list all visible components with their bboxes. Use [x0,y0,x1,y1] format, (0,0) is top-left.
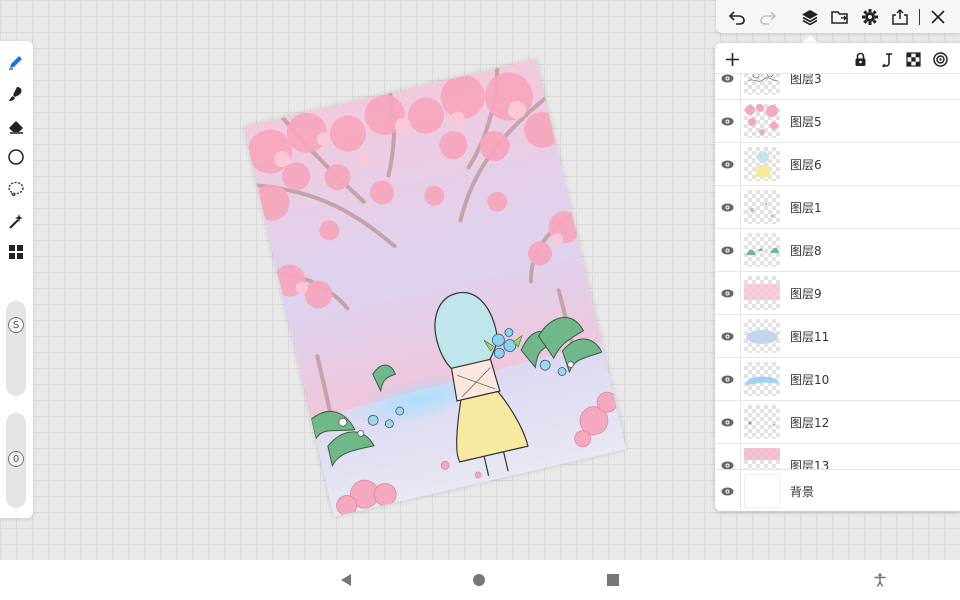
layer-row[interactable]: 图层3 [715,73,960,100]
home-icon[interactable] [471,572,487,588]
layer-thumbnail [744,276,780,310]
undo-icon[interactable] [725,5,749,29]
eye-icon[interactable] [715,229,741,271]
eraser-icon[interactable] [5,115,27,137]
folder-transfer-icon[interactable] [828,5,852,29]
brush-icon[interactable] [5,83,27,105]
accessibility-icon[interactable] [872,572,888,588]
left-toolbar: S 0 [0,41,33,518]
layer-row[interactable]: 图层1 [715,186,960,229]
layer-name: 图层11 [790,330,830,344]
eye-icon[interactable] [715,358,741,400]
clip-arrow-icon[interactable] [877,50,895,68]
background-layer-row[interactable]: 背景 [715,469,960,511]
layer-name: 图层8 [790,244,822,258]
system-nav-bar [0,560,960,600]
layer-name: 图层9 [790,287,822,301]
brush-size-slider[interactable]: S [6,301,26,396]
layer-thumbnail [744,73,780,95]
layer-row[interactable]: 图层9 [715,272,960,315]
layer-thumbnail [744,147,780,181]
brush-size-knob[interactable]: S [8,317,24,333]
grid-icon[interactable] [5,241,27,263]
lasso-icon[interactable] [5,178,27,200]
layer-list[interactable]: 图层3 图层5 图层6 图层1 图层8 图层9 图层11 图层10 图层12 图… [715,73,960,473]
toolbar-divider [919,9,920,25]
layer-row[interactable]: 图层12 [715,401,960,444]
layer-thumbnail [744,319,780,353]
ellipse-icon[interactable] [5,146,27,168]
layer-name: 图层5 [790,115,822,129]
opacity-slider[interactable]: 0 [6,413,26,508]
layer-name: 背景 [790,485,815,499]
layer-row[interactable]: 图层5 [715,100,960,143]
target-icon[interactable] [931,50,949,68]
layers-panel: 图层3 图层5 图层6 图层1 图层8 图层9 图层11 图层10 图层12 图… [715,43,960,511]
layer-name: 图层3 [790,73,822,86]
eye-icon[interactable] [715,73,741,99]
opacity-knob[interactable]: 0 [8,451,24,467]
layers-icon[interactable] [798,5,822,29]
layers-panel-header [715,43,960,74]
eye-icon[interactable] [715,315,741,357]
magic-wand-icon[interactable] [5,210,27,232]
eye-icon[interactable] [715,100,741,142]
layer-row[interactable]: 图层6 [715,143,960,186]
close-icon[interactable] [926,5,950,29]
layer-name: 图层12 [790,416,830,430]
eye-icon[interactable] [715,401,741,443]
eye-icon[interactable] [715,186,741,228]
eye-icon[interactable] [715,143,741,185]
layers-popover-caret [802,35,818,43]
eye-icon[interactable] [715,272,741,314]
layer-thumbnail [744,190,780,224]
layer-name: 图层6 [790,158,822,172]
layer-row[interactable]: 图层8 [715,229,960,272]
layer-thumbnail [744,233,780,267]
layer-thumbnail [744,362,780,396]
back-icon[interactable] [338,572,354,588]
layer-name: 图层10 [790,373,830,387]
gear-icon[interactable] [858,5,882,29]
layer-name: 图层1 [790,201,822,215]
layer-row[interactable]: 图层11 [715,315,960,358]
eye-icon[interactable] [715,470,741,511]
redo-icon[interactable] [756,5,780,29]
layer-row[interactable]: 图层10 [715,358,960,401]
lock-icon[interactable] [851,50,869,68]
checker-icon[interactable] [904,50,922,68]
layer-thumbnail [744,104,780,138]
add-layer-icon[interactable] [723,50,741,68]
pen-icon[interactable] [5,51,27,73]
share-icon[interactable] [888,5,912,29]
layer-thumbnail [744,474,780,508]
layer-thumbnail [744,405,780,439]
recents-icon[interactable] [605,572,621,588]
